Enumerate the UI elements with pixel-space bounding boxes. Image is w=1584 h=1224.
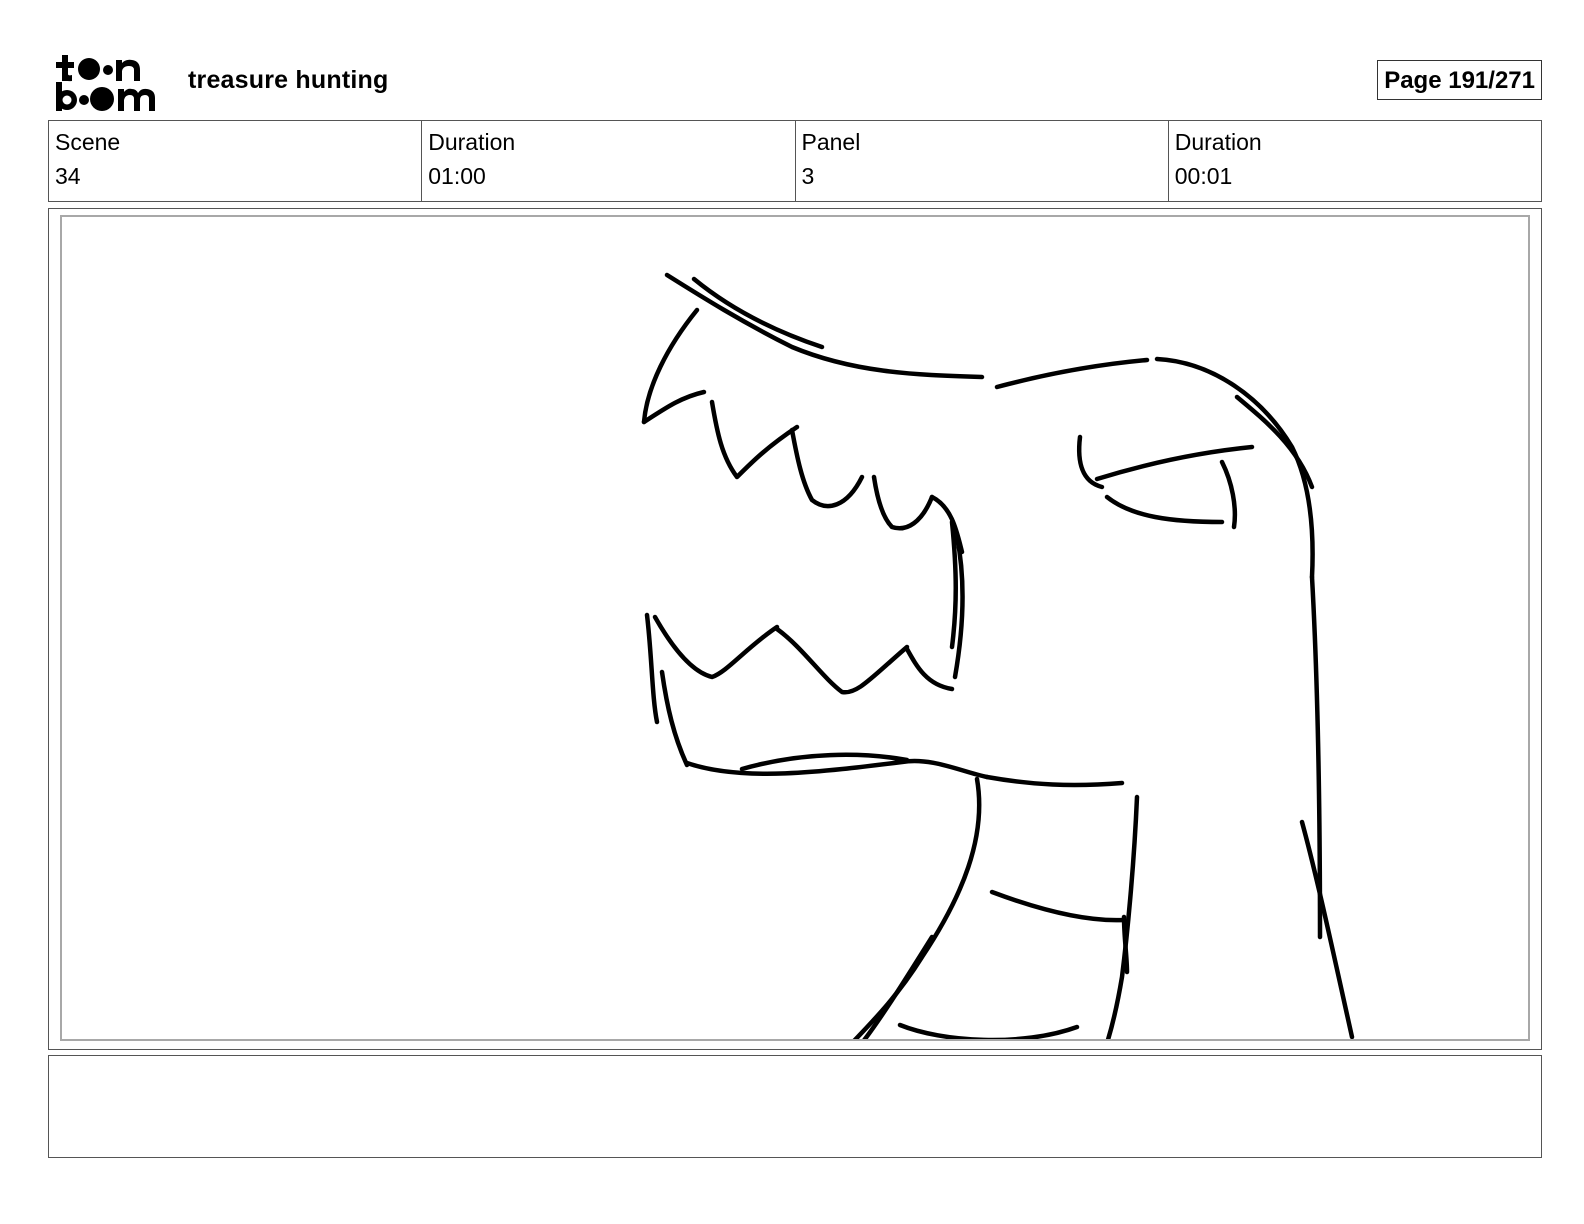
scene-info-table: Scene 34 Duration 01:00 Panel 3 Duration… — [48, 120, 1542, 202]
toon-boom-logo — [56, 55, 155, 111]
page-number: Page 191/271 — [1377, 60, 1542, 100]
scene-duration-label: Duration — [428, 129, 516, 155]
panel-cell: Panel 3 — [796, 121, 1169, 201]
scene-duration-value: 01:00 — [428, 163, 486, 189]
scene-cell: Scene 34 — [49, 121, 423, 201]
project-title: treasure hunting — [188, 66, 389, 94]
page-header: treasure hunting Page 191/271 — [48, 48, 1542, 116]
panel-value: 3 — [801, 163, 815, 189]
dinosaur-head-sketch-icon — [641, 272, 1355, 1039]
panel-notes-box — [48, 1055, 1542, 1158]
panel-duration-label: Duration — [1174, 129, 1262, 155]
panel-frame — [48, 208, 1542, 1050]
panel-duration-cell: Duration 00:01 — [1169, 121, 1541, 201]
scene-label: Scene — [55, 129, 121, 155]
scene-value: 34 — [55, 163, 81, 189]
scene-duration-cell: Duration 01:00 — [422, 121, 796, 201]
panel-image — [60, 215, 1530, 1041]
panel-duration-value: 00:01 — [1174, 163, 1233, 189]
panel-label: Panel — [801, 129, 861, 155]
